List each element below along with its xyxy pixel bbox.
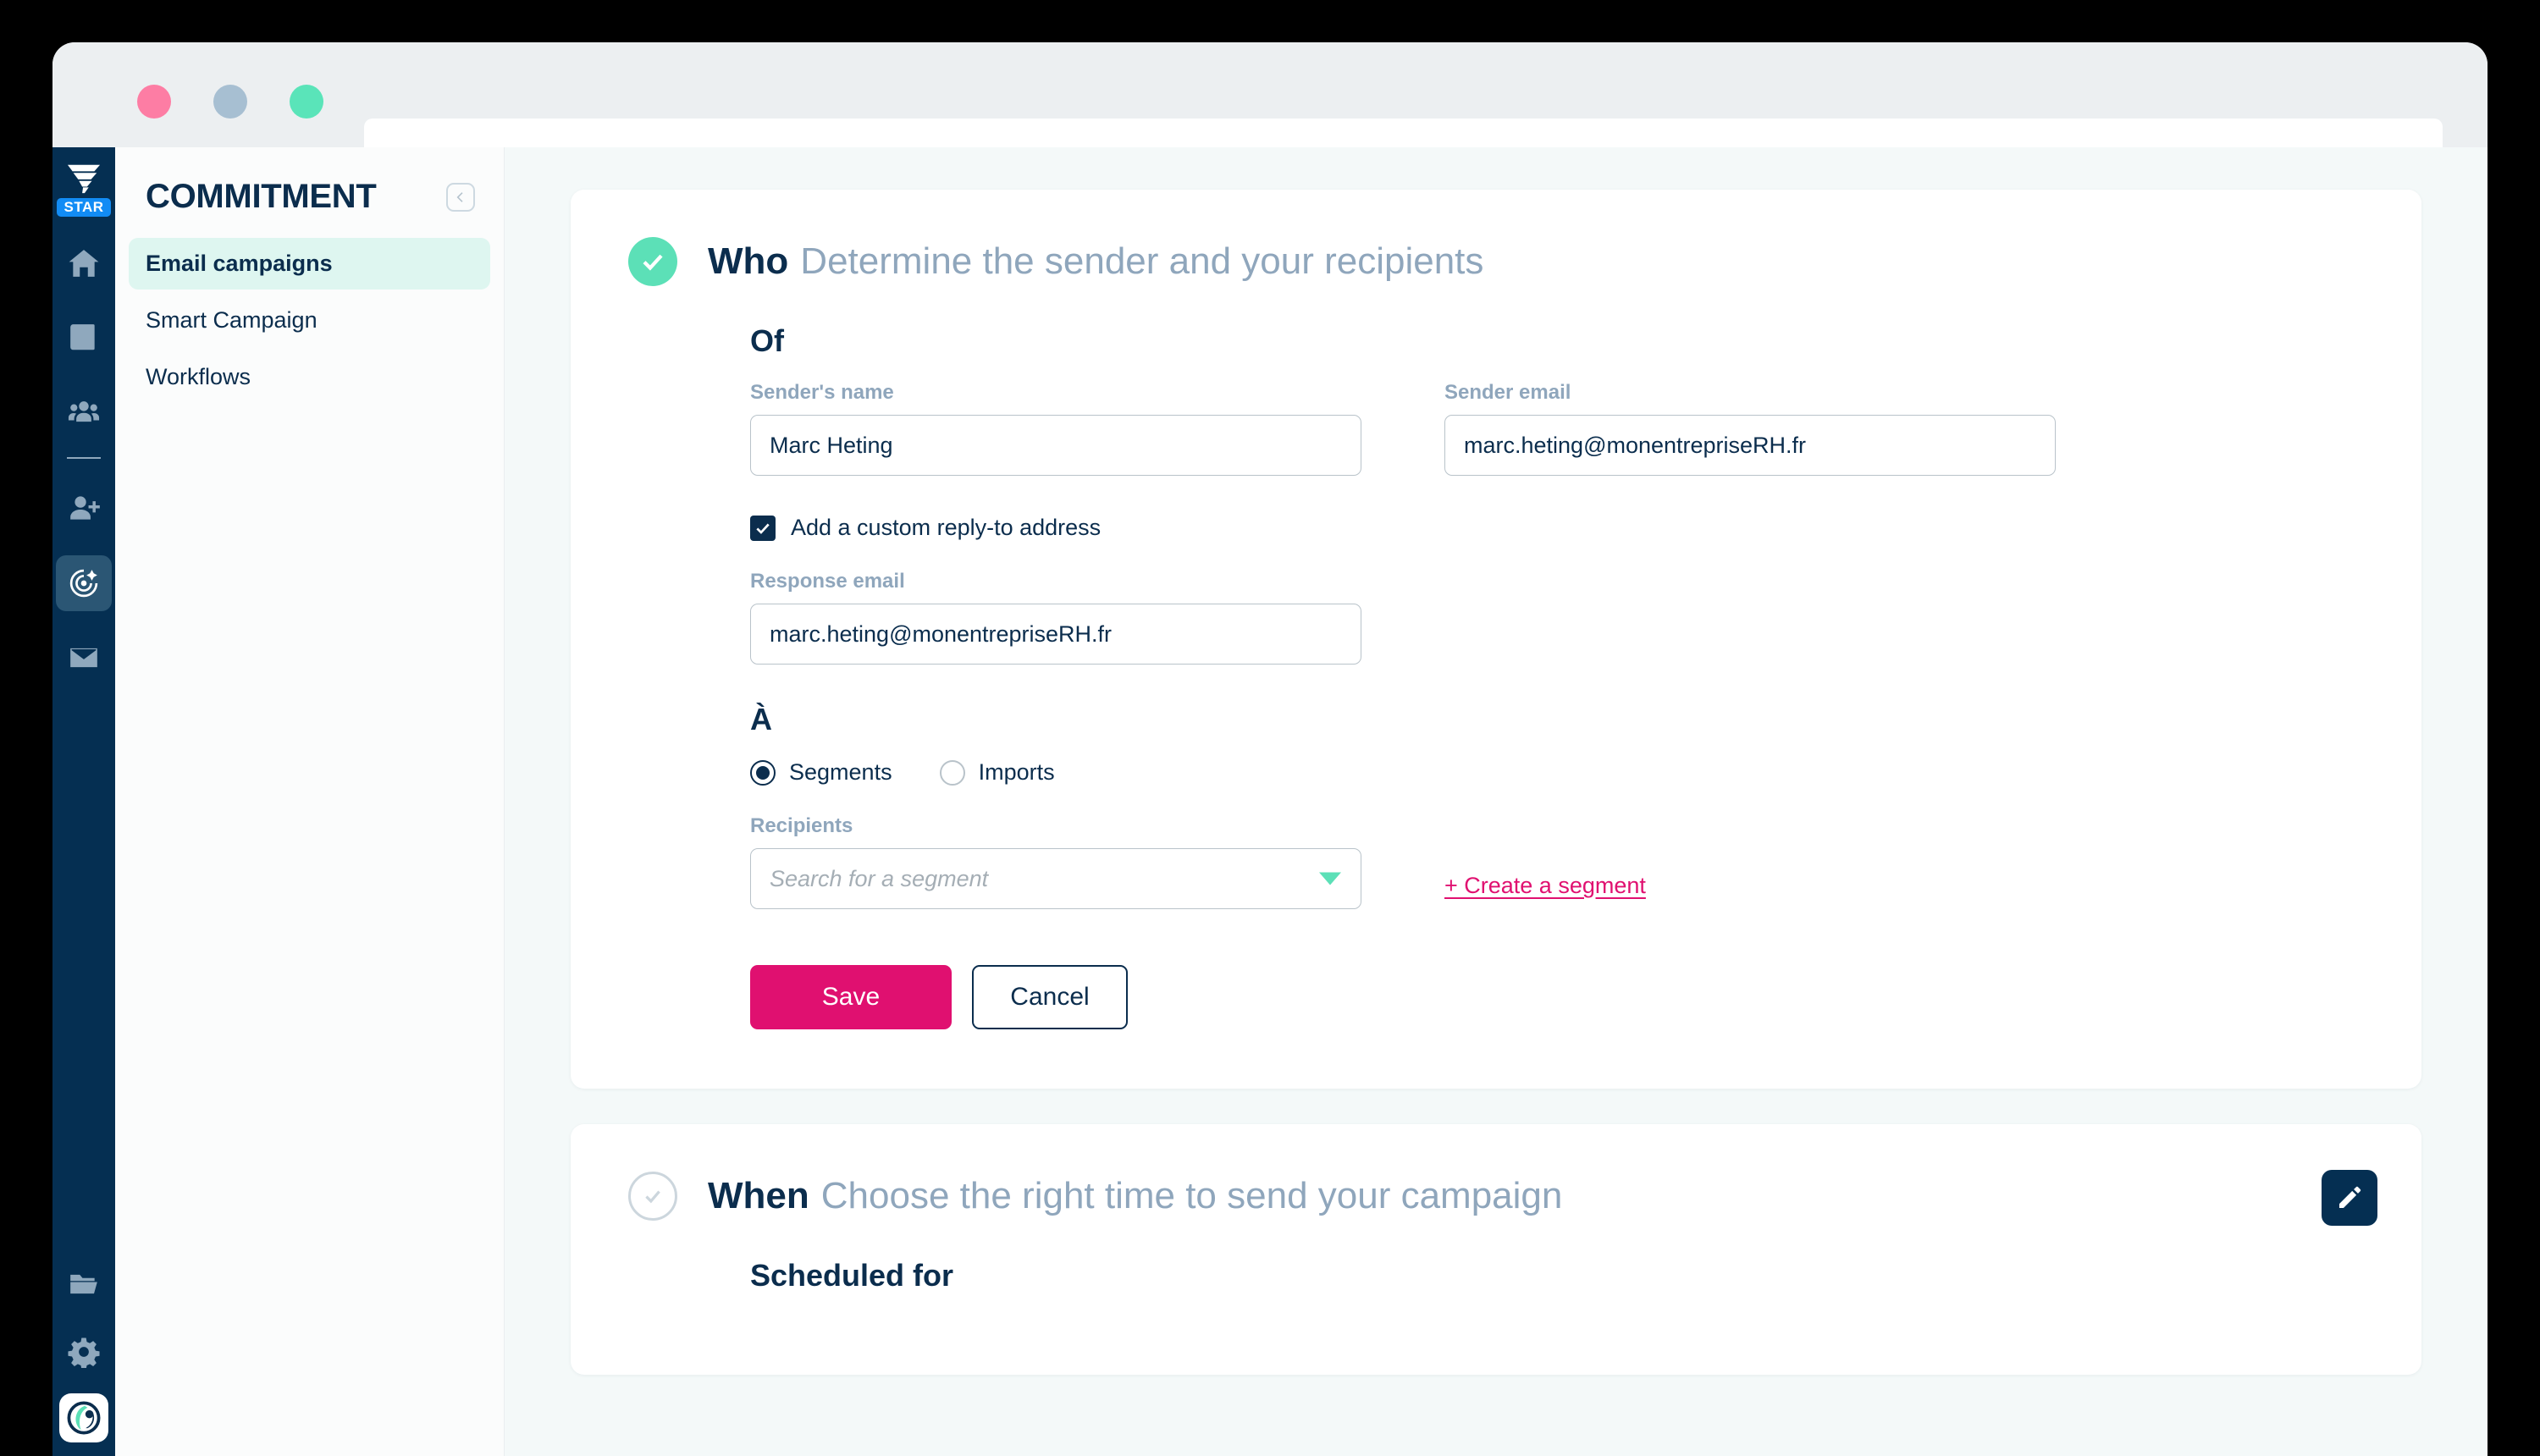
sidebar-title: COMMITMENT bbox=[146, 178, 377, 215]
when-section-header: When Choose the right time to send your c… bbox=[571, 1172, 2421, 1221]
rail-item-settings[interactable] bbox=[56, 1324, 112, 1380]
rail-bottom-group bbox=[52, 1244, 115, 1442]
chevron-left-icon bbox=[456, 191, 463, 202]
who-section-header: Who Determine the sender and your recipie… bbox=[571, 237, 2421, 286]
edit-when-button[interactable] bbox=[2322, 1170, 2377, 1226]
reply-to-checkbox[interactable] bbox=[750, 515, 776, 541]
reply-to-checkbox-row[interactable]: Add a custom reply-to address bbox=[750, 515, 2421, 541]
to-group-label: À bbox=[750, 702, 772, 736]
radio-imports-control[interactable] bbox=[939, 759, 965, 786]
radio-imports-label: Imports bbox=[978, 759, 1055, 785]
radio-selected-dot bbox=[756, 765, 770, 780]
who-title-main: Who bbox=[708, 240, 789, 282]
response-email-input[interactable] bbox=[750, 604, 1361, 665]
envelope-icon bbox=[70, 648, 97, 668]
user-plus-icon bbox=[70, 496, 100, 520]
audience-type-radio-group: Segments Imports bbox=[750, 759, 2421, 786]
rail-item-campaigns[interactable] bbox=[56, 555, 112, 611]
sidebar-item-email-campaigns[interactable]: Email campaigns bbox=[129, 238, 490, 290]
rail-divider bbox=[67, 457, 101, 459]
book-icon bbox=[70, 324, 95, 350]
sender-fields-row: Sender's name Sender email bbox=[750, 381, 2421, 476]
rail-item-files[interactable] bbox=[56, 1256, 112, 1312]
folder-icon bbox=[70, 1274, 97, 1294]
sender-name-field-group: Sender's name bbox=[750, 381, 1361, 476]
sender-name-label: Sender's name bbox=[750, 381, 894, 404]
target-icon bbox=[69, 569, 98, 598]
cancel-button[interactable]: Cancel bbox=[972, 965, 1128, 1029]
who-action-buttons: Save Cancel bbox=[750, 965, 2421, 1029]
recipients-label: Recipients bbox=[750, 814, 853, 837]
account-avatar[interactable] bbox=[59, 1393, 108, 1442]
scheduled-for-label: Scheduled for bbox=[750, 1258, 954, 1293]
rail-item-contacts[interactable] bbox=[56, 384, 112, 440]
secondary-sidebar: COMMITMENT Email campaigns Smart Campaig… bbox=[115, 147, 505, 1456]
who-form-area: Of Sender's name Sender email bbox=[571, 323, 2421, 1029]
when-title-main: When bbox=[708, 1175, 809, 1216]
brand-block: STAR bbox=[57, 161, 111, 217]
account-avatar-logo-icon bbox=[67, 1401, 101, 1435]
sidebar-item-smart-campaign[interactable]: Smart Campaign bbox=[129, 295, 490, 346]
sender-email-field-group: Sender email bbox=[1444, 381, 2056, 476]
recipients-block: Recipients + Create a segment bbox=[750, 814, 2421, 909]
sidebar-item-workflows[interactable]: Workflows bbox=[129, 351, 490, 403]
response-email-label: Response email bbox=[750, 570, 905, 593]
response-email-field-group: Response email bbox=[750, 570, 2421, 665]
create-segment-link[interactable]: + Create a segment bbox=[1444, 873, 1646, 899]
browser-window: STAR COMMITMENT Email campaigns Smart Ca… bbox=[52, 42, 2488, 1456]
home-icon bbox=[69, 250, 99, 277]
when-form-area: Scheduled for bbox=[571, 1258, 2421, 1293]
sender-email-label: Sender email bbox=[1444, 381, 1571, 404]
sidebar-header: COMMITMENT bbox=[115, 147, 504, 216]
app-icon-rail: STAR bbox=[52, 147, 115, 1456]
recipients-field-group: Recipients bbox=[750, 814, 1361, 909]
rail-item-library[interactable] bbox=[56, 310, 112, 366]
sidebar-collapse-button[interactable] bbox=[446, 182, 475, 212]
check-circle-filled-icon bbox=[643, 254, 663, 271]
radio-segments-label: Segments bbox=[789, 759, 892, 785]
radio-option-segments[interactable]: Segments bbox=[750, 759, 892, 786]
of-group-label: Of bbox=[750, 323, 784, 358]
checkmark-icon bbox=[756, 523, 770, 534]
reply-to-checkbox-label: Add a custom reply-to address bbox=[791, 515, 1102, 540]
rail-item-add-contact[interactable] bbox=[56, 481, 112, 537]
when-section-title: When Choose the right time to send your c… bbox=[708, 1175, 1562, 1217]
sender-name-input[interactable] bbox=[750, 415, 1361, 476]
page-body: STAR COMMITMENT Email campaigns Smart Ca… bbox=[52, 147, 2488, 1456]
rail-item-messages[interactable] bbox=[56, 630, 112, 686]
close-window-button[interactable] bbox=[137, 85, 171, 119]
save-button[interactable]: Save bbox=[750, 965, 952, 1029]
who-section-card: Who Determine the sender and your recipie… bbox=[571, 190, 2421, 1089]
plan-badge: STAR bbox=[57, 198, 111, 217]
radio-option-imports[interactable]: Imports bbox=[939, 759, 1055, 786]
users-group-icon bbox=[68, 401, 100, 422]
check-circle-outline-icon bbox=[645, 1190, 660, 1204]
who-section-title: Who Determine the sender and your recipie… bbox=[708, 240, 1483, 283]
when-title-subtitle: Choose the right time to send your campa… bbox=[820, 1175, 1563, 1216]
radio-segments-control[interactable] bbox=[750, 759, 776, 786]
tornado-logo-icon bbox=[67, 164, 101, 194]
minimize-window-button[interactable] bbox=[213, 85, 247, 119]
field-spacer bbox=[1361, 381, 1444, 476]
who-title-subtitle: Determine the sender and your recipients bbox=[800, 240, 1484, 282]
window-controls bbox=[137, 85, 323, 119]
browser-titlebar bbox=[52, 42, 2488, 174]
rail-item-home[interactable] bbox=[56, 235, 112, 291]
recipients-search-input[interactable] bbox=[750, 848, 1361, 909]
who-status-badge bbox=[628, 237, 677, 286]
sidebar-nav-list: Email campaigns Smart Campaign Workflows bbox=[115, 238, 504, 403]
recipients-select-wrapper bbox=[750, 848, 1361, 909]
maximize-window-button[interactable] bbox=[290, 85, 323, 119]
gear-icon bbox=[68, 1337, 100, 1368]
when-section-card: When Choose the right time to send your c… bbox=[571, 1124, 2421, 1375]
sender-email-input[interactable] bbox=[1444, 415, 2056, 476]
when-status-badge bbox=[628, 1172, 677, 1221]
main-content: Who Determine the sender and your recipie… bbox=[505, 147, 2488, 1456]
pencil-icon bbox=[2339, 1186, 2361, 1208]
